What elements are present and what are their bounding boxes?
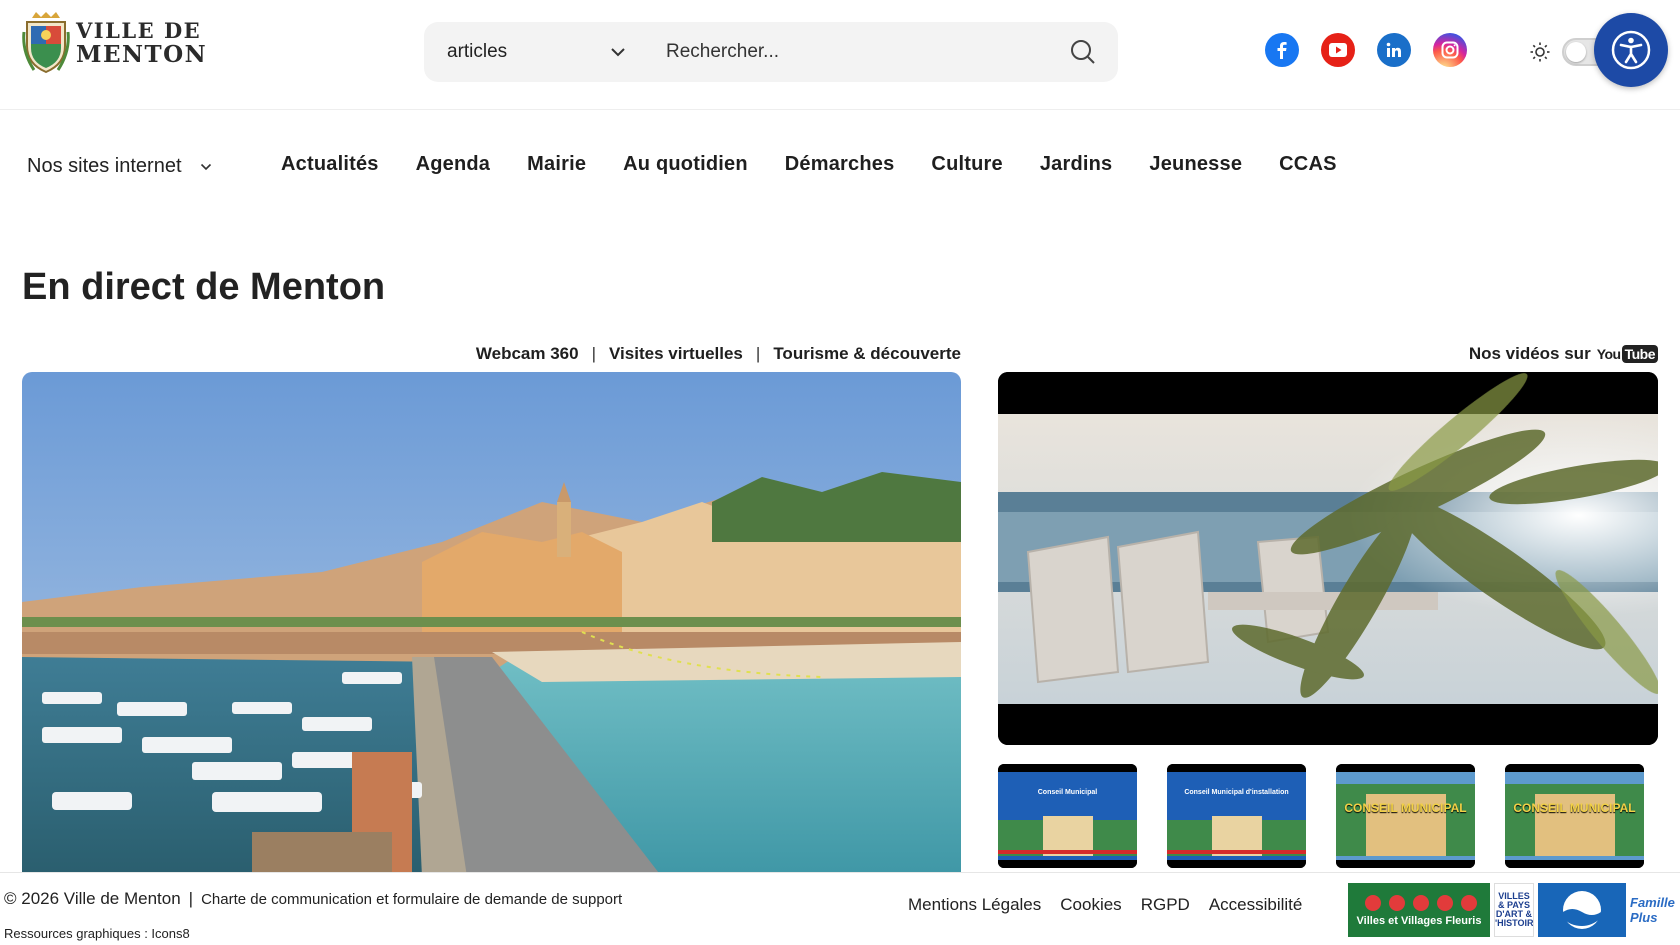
logo-line2: MENTON xyxy=(76,41,208,68)
webcam-360-link[interactable]: Webcam 360 xyxy=(476,344,579,364)
nav-item-mairie[interactable]: Mairie xyxy=(527,153,586,176)
youtube-logo-tube: Tube xyxy=(1621,345,1658,363)
video-thumbnails: Conseil Municipal Conseil Municipal d'in… xyxy=(998,764,1644,868)
vpah-line4: D'HISTOIRE xyxy=(1495,918,1534,928)
footer-link-mentions-legales[interactable]: Mentions Légales xyxy=(908,895,1041,915)
thumbnail-title: CONSEIL MUNICIPAL xyxy=(1513,801,1636,815)
copyright-text: © 2026 Ville de Menton xyxy=(4,889,181,908)
video-thumbnail[interactable]: Conseil Municipal xyxy=(998,764,1137,868)
charte-link[interactable]: Charte de communication et formulaire de… xyxy=(201,891,622,908)
chevron-down-icon xyxy=(200,163,211,170)
link-separator: | xyxy=(755,344,761,363)
video-frame xyxy=(998,372,1658,745)
thumbnail-image xyxy=(1167,764,1306,868)
site-logo[interactable]: VILLE DE MENTON xyxy=(22,12,207,74)
youtube-logo: You Tube xyxy=(1597,345,1658,363)
footer: © 2026 Ville de Menton | Charte de commu… xyxy=(0,872,1680,945)
search-icon xyxy=(1071,40,1095,64)
sun-icon xyxy=(1530,42,1550,62)
chevron-down-icon xyxy=(611,48,625,57)
facebook-link[interactable] xyxy=(1265,33,1299,67)
webcam-links: Webcam 360 | Visites virtuelles | Touris… xyxy=(476,344,961,364)
thumbnail-image xyxy=(1336,764,1475,868)
videos-label: Nos vidéos sur xyxy=(1468,344,1591,363)
header-divider xyxy=(0,109,1680,110)
virtual-tours-link[interactable]: Visites virtuelles xyxy=(609,344,743,364)
video-thumbnail[interactable]: CONSEIL MUNICIPAL xyxy=(1336,764,1475,868)
facebook-icon xyxy=(1277,42,1287,59)
villes-pays-art-histoire-badge[interactable]: VILLES & PAYS D'ART & D'HISTOIRE xyxy=(1494,883,1534,937)
page-title: En direct de Menton xyxy=(22,266,386,308)
vvf-label: Villes et Villages Fleuris xyxy=(1356,915,1482,927)
our-websites-dropdown[interactable]: Nos sites internet xyxy=(27,155,212,178)
footer-link-cookies[interactable]: Cookies xyxy=(1060,895,1121,915)
search-category-value: articles xyxy=(447,41,508,62)
thumbnail-title: Conseil Municipal xyxy=(1037,789,1098,796)
nav-item-culture[interactable]: Culture xyxy=(931,153,1002,176)
famille-plus-label: Famille Plus xyxy=(1630,895,1675,925)
youtube-logo-you: You xyxy=(1596,346,1621,362)
thumbnail-image xyxy=(998,764,1137,868)
page: VILLE DE MENTON articles Rechercher... N… xyxy=(0,0,1680,945)
linkedin-icon xyxy=(1386,42,1401,57)
resources-credit: Ressources graphiques : Icons8 xyxy=(4,926,190,941)
youtube-icon xyxy=(1329,43,1347,57)
accessibility-button[interactable] xyxy=(1594,13,1668,87)
nav-item-agenda[interactable]: Agenda xyxy=(416,153,491,176)
youtube-videos-link[interactable]: Nos vidéos sur You Tube xyxy=(1469,344,1658,364)
pavillon-bleu-badge[interactable] xyxy=(1538,883,1626,937)
footer-link-rgpd[interactable]: RGPD xyxy=(1141,895,1190,915)
nav-item-jeunesse[interactable]: Jeunesse xyxy=(1149,153,1242,176)
footer-links: Mentions Légales Cookies RGPD Accessibil… xyxy=(908,895,1321,915)
link-separator: | xyxy=(591,344,597,363)
nav-item-ccas[interactable]: CCAS xyxy=(1279,153,1336,176)
nav-item-jardins[interactable]: Jardins xyxy=(1040,153,1113,176)
accessibility-icon xyxy=(1611,30,1651,70)
nav-item-demarches[interactable]: Démarches xyxy=(785,153,895,176)
flowers-icon xyxy=(1365,895,1477,911)
our-websites-label: Nos sites internet xyxy=(27,155,182,177)
villes-villages-fleuris-badge[interactable]: Villes et Villages Fleuris xyxy=(1348,883,1490,937)
blue-flag-icon xyxy=(1563,891,1601,929)
quality-labels: Villes et Villages Fleuris VILLES & PAYS… xyxy=(1348,883,1680,937)
search-bar: articles xyxy=(424,22,1118,82)
thumbnail-title: Conseil Municipal d'installation xyxy=(1184,789,1289,796)
instagram-link[interactable] xyxy=(1433,33,1467,67)
footer-link-accessibilite[interactable]: Accessibilité xyxy=(1209,895,1303,915)
search-input[interactable] xyxy=(644,22,1048,82)
linkedin-link[interactable] xyxy=(1377,33,1411,67)
youtube-link[interactable] xyxy=(1321,33,1355,67)
copyright: © 2026 Ville de Menton | Charte de commu… xyxy=(4,889,622,909)
main-nav: Actualités Agenda Mairie Au quotidien Dé… xyxy=(281,153,1374,176)
video-thumbnail[interactable]: Conseil Municipal d'installation xyxy=(1167,764,1306,868)
search-button[interactable] xyxy=(1048,22,1118,82)
tourism-link[interactable]: Tourisme & découverte xyxy=(773,344,961,364)
nav-item-au-quotidien[interactable]: Au quotidien xyxy=(623,153,748,176)
coat-of-arms-icon xyxy=(22,12,70,74)
webcam-live-image[interactable] xyxy=(22,372,961,877)
thumbnail-title: CONSEIL MUNICIPAL xyxy=(1344,801,1467,815)
youtube-video-player[interactable] xyxy=(998,372,1658,745)
instagram-icon xyxy=(1441,41,1459,59)
menton-harbor-image xyxy=(22,372,961,877)
social-links xyxy=(1265,33,1467,67)
separator: | xyxy=(188,889,194,908)
video-thumbnail[interactable]: CONSEIL MUNICIPAL xyxy=(1505,764,1644,868)
nav-item-actualites[interactable]: Actualités xyxy=(281,153,379,176)
famille-plus-badge[interactable]: Famille Plus xyxy=(1630,883,1680,937)
logo-line1: VILLE DE xyxy=(76,18,202,43)
thumbnail-image xyxy=(1505,764,1644,868)
search-category-select[interactable]: articles xyxy=(424,22,644,82)
